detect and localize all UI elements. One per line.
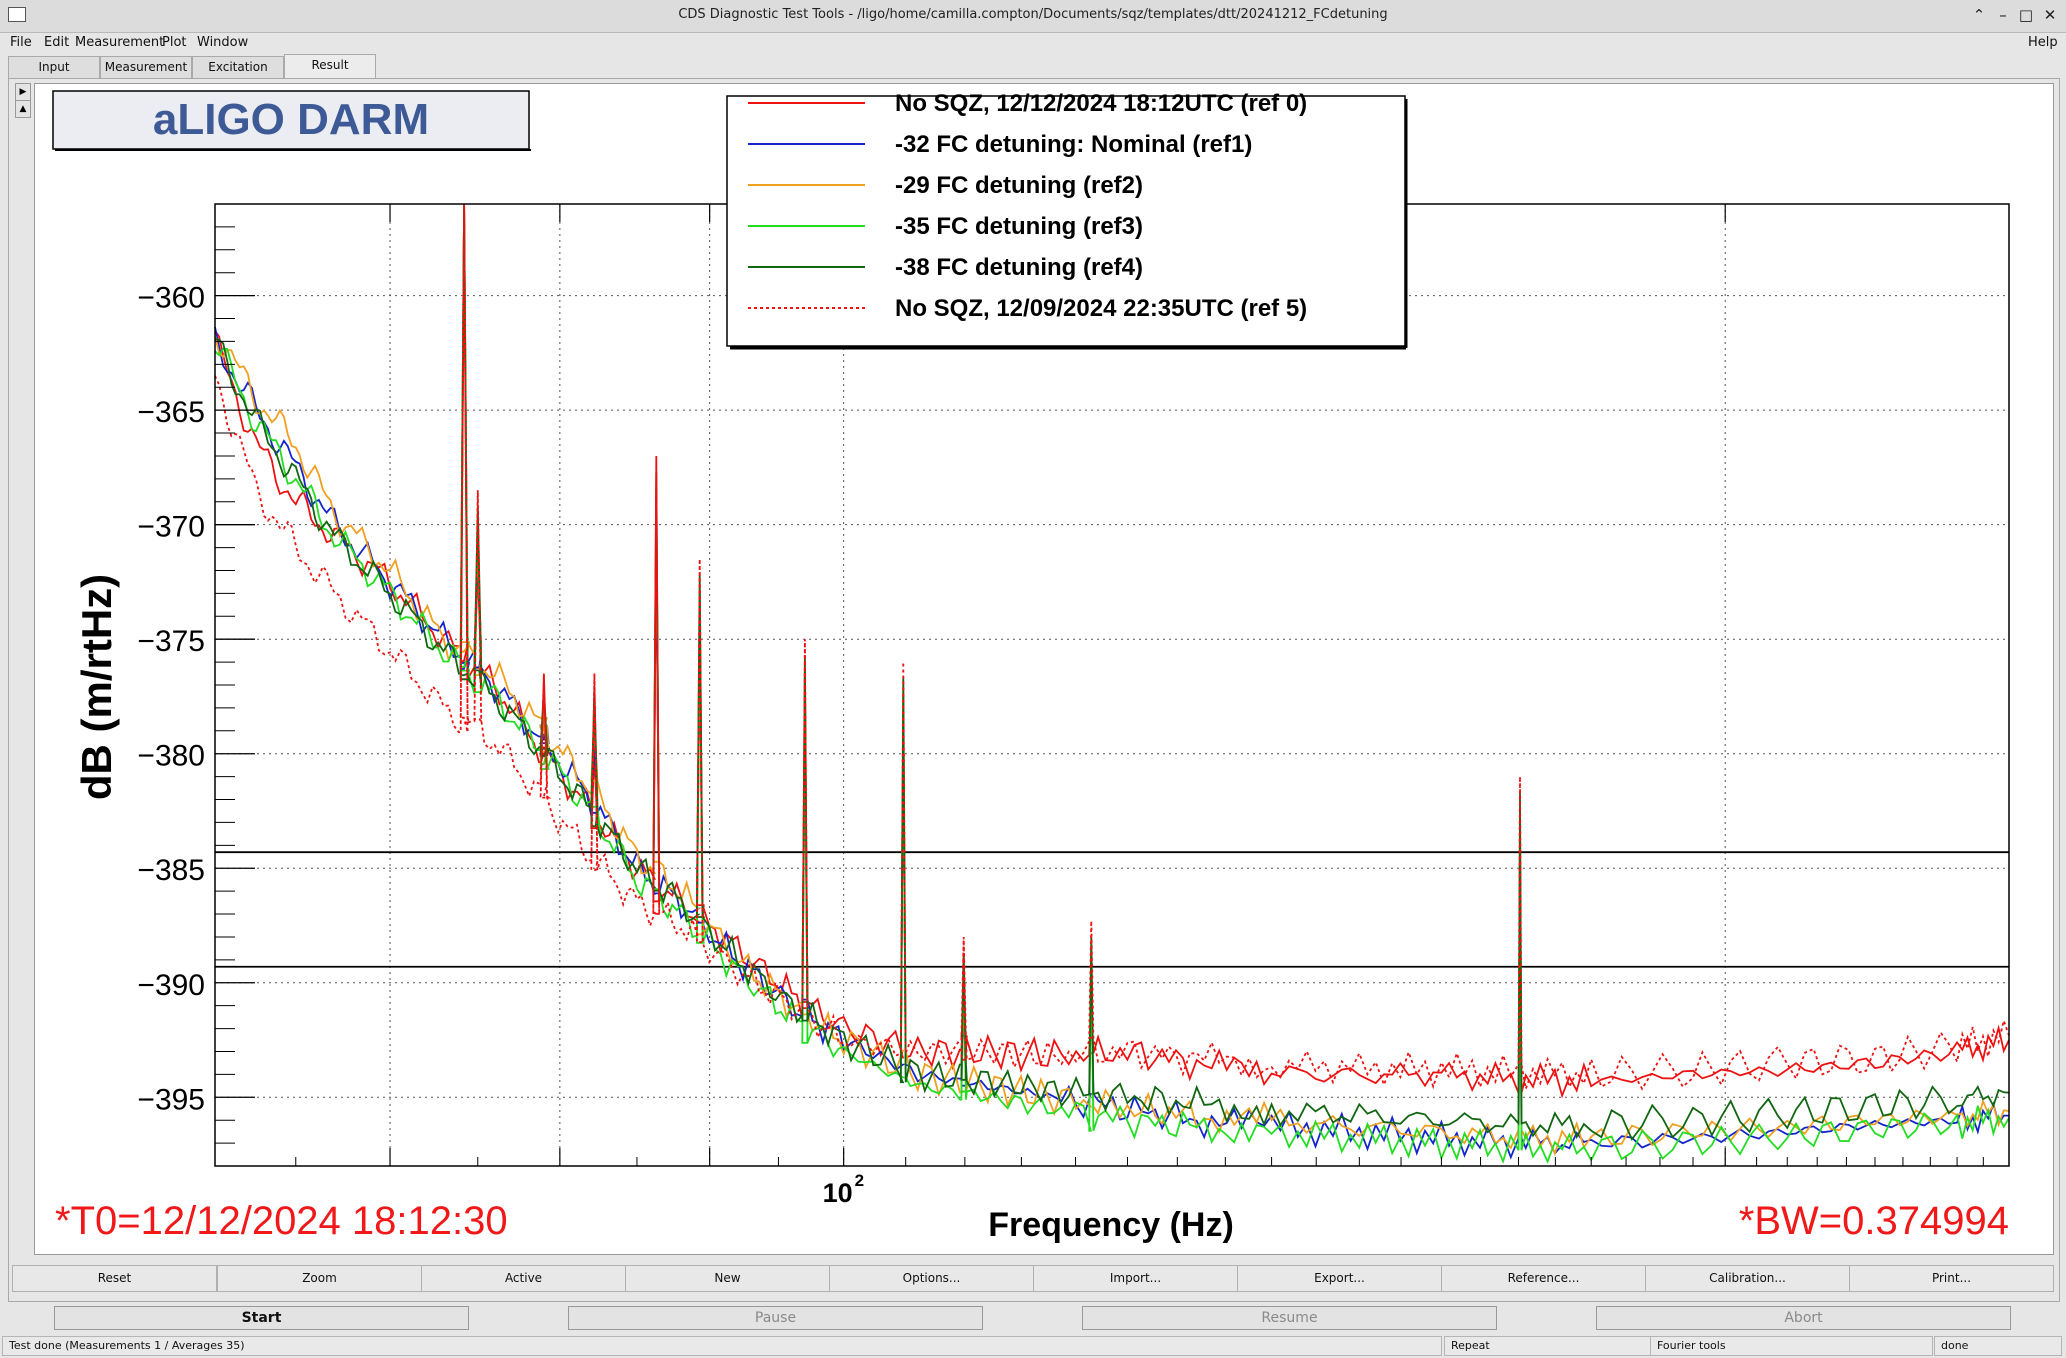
status-bar: Test done (Measurements 1 / Averages 35)… <box>0 1334 2066 1358</box>
abort-button[interactable]: Abort <box>1596 1306 2011 1330</box>
new-button[interactable]: New <box>625 1265 830 1292</box>
x-tick-label-exponent: 2 <box>855 1171 864 1190</box>
close-window-icon[interactable]: ✕ <box>2039 4 2061 26</box>
y-tick-label: −390 <box>137 969 205 1002</box>
y-tick-label: −395 <box>137 1083 205 1116</box>
maximize-window-icon[interactable]: □ <box>2015 4 2037 26</box>
minimize-window-icon[interactable]: – <box>1992 4 2014 26</box>
legend-label-2: -29 FC detuning (ref2) <box>895 172 1143 199</box>
resume-button[interactable]: Resume <box>1082 1306 1497 1330</box>
zoom-button[interactable]: Zoom <box>217 1265 422 1292</box>
legend-label-3: -35 FC detuning (ref3) <box>895 213 1143 240</box>
legend-label-4: -38 FC detuning (ref4) <box>895 254 1143 281</box>
import-button[interactable]: Import... <box>1033 1265 1238 1292</box>
export-button[interactable]: Export... <box>1237 1265 1442 1292</box>
y-tick-label: −360 <box>137 282 205 315</box>
window-titlebar: CDS Diagnostic Test Tools - /ligo/home/c… <box>0 0 2066 33</box>
expand-right-icon[interactable]: ▶ <box>15 83 31 101</box>
spectrum-plot[interactable]: −360 −365 −370 −375 −380 −385 −390 −395 aLIGO D… <box>35 84 2053 1254</box>
tab-excitation[interactable]: Excitation <box>192 56 284 78</box>
plot-canvas[interactable]: −360 −365 −370 −375 −380 −385 −390 −395 aLIGO D… <box>34 83 2054 1255</box>
menu-measurement[interactable]: Measurement <box>75 35 164 50</box>
expand-up-icon[interactable]: ▲ <box>15 100 31 118</box>
legend-label-0: No SQZ, 12/12/2024 18:12UTC (ref 0) <box>895 90 1307 117</box>
plot-title: aLIGO DARM <box>153 95 429 144</box>
status-tools: Fourier tools <box>1650 1336 1933 1356</box>
reference-button[interactable]: Reference... <box>1441 1265 1646 1292</box>
status-repeat: Repeat <box>1444 1336 1652 1356</box>
pause-button[interactable]: Pause <box>568 1306 983 1330</box>
reset-button[interactable]: Reset <box>12 1265 217 1292</box>
tab-input[interactable]: Input <box>8 56 100 78</box>
status-message: Test done (Measurements 1 / Averages 35) <box>2 1336 1442 1356</box>
status-state: done <box>1934 1336 2062 1356</box>
legend-label-1: -32 FC detuning: Nominal (ref1) <box>895 131 1252 158</box>
x-tick-label-base: 10 <box>823 1178 853 1208</box>
active-button[interactable]: Active <box>421 1265 626 1292</box>
window-title: CDS Diagnostic Test Tools - /ligo/home/c… <box>678 7 1388 22</box>
horizontal-reference-lines <box>215 851 2009 968</box>
y-tick-labels: −360 −365 −370 −375 −380 −385 −390 −395 <box>137 282 205 1117</box>
t0-label: *T0=12/12/2024 18:12:30 <box>55 1199 508 1243</box>
menu-file[interactable]: File <box>10 35 32 50</box>
y-tick-label: −375 <box>137 625 205 658</box>
bw-label: *BW=0.374994 <box>1739 1199 2009 1243</box>
calibration-button[interactable]: Calibration... <box>1645 1265 1850 1292</box>
menu-edit[interactable]: Edit <box>44 35 69 50</box>
tab-result[interactable]: Result <box>284 54 376 78</box>
menu-plot[interactable]: Plot <box>162 35 187 50</box>
y-tick-label: −385 <box>137 854 205 887</box>
menu-window[interactable]: Window <box>197 35 248 50</box>
collapse-window-icon[interactable]: ⌃ <box>1968 4 1990 26</box>
y-axis-label: dB (m/rtHz) <box>73 574 120 800</box>
y-tick-label: −370 <box>137 511 205 544</box>
menu-help[interactable]: Help <box>2028 35 2058 50</box>
start-button[interactable]: Start <box>54 1306 469 1330</box>
y-tick-label: −365 <box>137 396 205 429</box>
tab-measurement[interactable]: Measurement <box>100 56 192 78</box>
legend-label-5: No SQZ, 12/09/2024 22:35UTC (ref 5) <box>895 295 1307 322</box>
menu-bar: File Edit Measurement Plot Window Help <box>0 32 2066 54</box>
legend: No SQZ, 12/12/2024 18:12UTC (ref 0) -32 F… <box>726 90 1408 350</box>
y-tick-label: −380 <box>137 740 205 773</box>
x-axis-label: Frequency (Hz) <box>988 1206 1234 1244</box>
options-button[interactable]: Options... <box>829 1265 1034 1292</box>
print-button[interactable]: Print... <box>1849 1265 2054 1292</box>
